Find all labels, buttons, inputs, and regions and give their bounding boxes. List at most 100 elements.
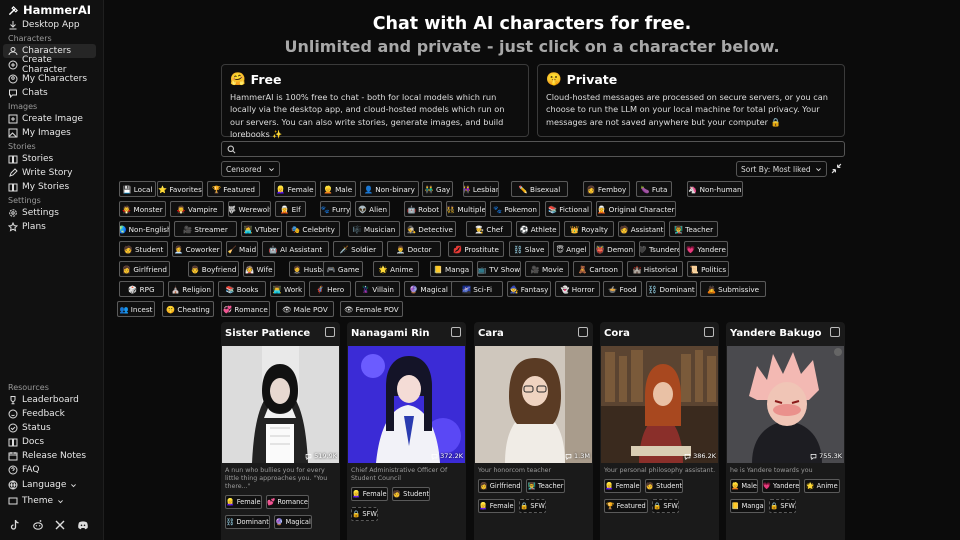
card-tag[interactable]: 🔮 Magical: [274, 515, 312, 529]
language-selector[interactable]: Language: [3, 478, 96, 492]
filter-tag[interactable]: 👨‍⚕️ Doctor: [387, 241, 441, 257]
tiktok-icon[interactable]: [9, 519, 21, 531]
sidebar-item-my-images[interactable]: My Images: [3, 126, 96, 140]
select-checkbox[interactable]: [704, 327, 714, 337]
filter-tag[interactable]: 👩‍💻 VTuber: [241, 221, 282, 237]
filter-tag[interactable]: 👤 Non-binary: [360, 181, 419, 197]
filter-tag[interactable]: 🦹 Villain: [355, 281, 400, 297]
filter-tag[interactable]: 📜 Politics: [687, 261, 729, 277]
sidebar-item-feedback[interactable]: Feedback: [3, 407, 96, 421]
sidebar-item-plans[interactable]: Plans: [3, 220, 96, 234]
filter-tag[interactable]: ⛓️ Dominant: [646, 281, 697, 297]
card-tag[interactable]: 🧑 Student: [392, 487, 430, 501]
censored-dropdown[interactable]: Censored: [221, 161, 280, 177]
filter-tag[interactable]: 💋 Prostitute: [448, 241, 504, 257]
select-checkbox[interactable]: [578, 327, 588, 337]
select-checkbox[interactable]: [451, 327, 461, 337]
filter-tag[interactable]: 🎲 RPG: [119, 281, 164, 297]
filter-tag[interactable]: 👹 Demon: [594, 241, 635, 257]
filter-tag[interactable]: 👻 Horror: [555, 281, 600, 297]
filter-tag[interactable]: 🧸 Cartoon: [573, 261, 623, 277]
filter-tag[interactable]: 🎮 Game: [323, 261, 363, 277]
card-tag[interactable]: 💗 Yandere: [762, 479, 800, 493]
filter-tag[interactable]: 🧛 Vampire: [170, 201, 224, 217]
card-tag[interactable]: 🔒 SFW: [769, 499, 796, 513]
filter-tag[interactable]: 🍆 Futa: [636, 181, 672, 197]
filter-tag[interactable]: ⭐ Favorites: [157, 181, 203, 197]
sidebar-item-desktop-app[interactable]: Desktop App: [3, 18, 96, 32]
filter-tag[interactable]: 👨‍🏫 Teacher: [669, 221, 718, 237]
card-tag[interactable]: 👱‍♀️ Female: [225, 495, 262, 509]
card-tag[interactable]: 👨‍🏫 Teacher: [526, 479, 565, 493]
sidebar-item-write-story[interactable]: Write Story: [3, 166, 96, 180]
filter-tag[interactable]: 👩 Femboy: [583, 181, 630, 197]
filter-tag[interactable]: 🌌 Sci-Fi: [451, 281, 503, 297]
filter-tag[interactable]: 🎥 Movie: [525, 261, 569, 277]
filter-tag[interactable]: 🧑 Assistant: [618, 221, 665, 237]
filter-tag[interactable]: 🧹 Maid: [226, 241, 258, 257]
theme-selector[interactable]: Theme: [3, 494, 96, 508]
card-tag[interactable]: 🔒 SFW: [519, 499, 546, 513]
card-tag[interactable]: 🧑 Student: [645, 479, 683, 493]
card-tag[interactable]: 👱‍♀️ Female: [604, 479, 641, 493]
filter-tag[interactable]: 🏰 Historical: [627, 261, 683, 277]
character-card[interactable]: Sister Patience 519.9K A nun who bullies…: [221, 322, 340, 540]
filter-tag[interactable]: 💾 Local: [119, 181, 156, 197]
filter-tag[interactable]: 📚 Fictional: [545, 201, 592, 217]
select-checkbox[interactable]: [830, 327, 840, 337]
card-tag[interactable]: ⛓️ Dominant: [225, 515, 270, 529]
filter-tag[interactable]: 🦄 Non-human: [687, 181, 743, 197]
filter-tag[interactable]: 👨 Boyfriend: [188, 261, 239, 277]
filter-tag[interactable]: 🤫 Cheating: [162, 301, 214, 317]
filter-tag[interactable]: 👨‍💻 Work: [270, 281, 305, 297]
filter-tag[interactable]: 👱‍♀️ Female: [274, 181, 316, 197]
filter-tag[interactable]: 🎼 Musician: [348, 221, 400, 237]
card-tag[interactable]: 🏆 Featured: [604, 499, 648, 513]
sidebar-item-my-stories[interactable]: My Stories: [3, 180, 96, 194]
character-card[interactable]: Cora 386.2K Your personal philosophy ass…: [600, 322, 719, 540]
filter-tag[interactable]: 🗡️ Soldier: [333, 241, 383, 257]
x-icon[interactable]: [54, 519, 66, 531]
sidebar-item-status[interactable]: Status: [3, 421, 96, 435]
character-card[interactable]: Cara 1.3M Your honorcom teacher 👩 Girlfr…: [474, 322, 593, 540]
filter-tag[interactable]: 👁 Male POV: [276, 301, 334, 317]
filter-tag[interactable]: 🏆 Featured: [207, 181, 260, 197]
sidebar-item-leaderboard[interactable]: Leaderboard: [3, 393, 96, 407]
card-tag[interactable]: 🔒 SFW: [351, 507, 378, 521]
card-tag[interactable]: 👱‍♀️ Female: [478, 499, 515, 513]
filter-tag[interactable]: 🤖 Robot: [404, 201, 442, 217]
filter-tag[interactable]: 🌟 Anime: [373, 261, 419, 277]
filter-tag[interactable]: 🦸 Hero: [309, 281, 351, 297]
filter-tag[interactable]: ⛓️ Slave: [509, 241, 549, 257]
filter-tag[interactable]: 🌏 Non-English: [119, 221, 170, 237]
filter-tag[interactable]: 👩 Girlfriend: [119, 261, 170, 277]
filter-tag[interactable]: ⛪ Religion: [168, 281, 214, 297]
sidebar-item-my-characters[interactable]: My Characters: [3, 72, 96, 86]
filter-tag[interactable]: 🔮 Magical: [404, 281, 453, 297]
filter-tag[interactable]: 💗 Yandere: [684, 241, 728, 257]
sort-dropdown[interactable]: Sort By: Most liked: [736, 161, 827, 177]
character-card[interactable]: Nanagami Rin 372.2K Chief Administrative…: [347, 322, 466, 540]
collapse-icon[interactable]: [831, 163, 842, 174]
sidebar-item-settings[interactable]: Settings: [3, 206, 96, 220]
filter-tag[interactable]: 📚 Books: [218, 281, 266, 297]
filter-tag[interactable]: 💞 Romance: [221, 301, 270, 317]
filter-tag[interactable]: 👨‍🍳 Chef: [466, 221, 512, 237]
filter-tag[interactable]: 🧑 Student: [119, 241, 168, 257]
card-tag[interactable]: 👱 Male: [730, 479, 758, 493]
filter-tag[interactable]: 📺 TV Show: [477, 261, 521, 277]
filter-tag[interactable]: 🍲 Food: [603, 281, 642, 297]
discord-icon[interactable]: [77, 519, 89, 531]
sidebar-item-stories[interactable]: Stories: [3, 152, 96, 166]
filter-tag[interactable]: 👯 Multiple: [446, 201, 486, 217]
filter-tag[interactable]: 👭 Lesbian: [463, 181, 499, 197]
filter-tag[interactable]: 📒 Manga: [430, 261, 473, 277]
filter-tag[interactable]: 🎥 Streamer: [174, 221, 237, 237]
sidebar-item-release-notes[interactable]: Release Notes: [3, 449, 96, 463]
filter-tag[interactable]: 👑 Royalty: [564, 221, 614, 237]
filter-tag[interactable]: 🙇 Submissive: [700, 281, 766, 297]
filter-tag[interactable]: ✏️ Bisexual: [511, 181, 568, 197]
card-tag[interactable]: 👩 Girlfriend: [478, 479, 522, 493]
filter-tag[interactable]: 👬 Gay: [422, 181, 453, 197]
card-tag[interactable]: 💕 Romance: [266, 495, 309, 509]
